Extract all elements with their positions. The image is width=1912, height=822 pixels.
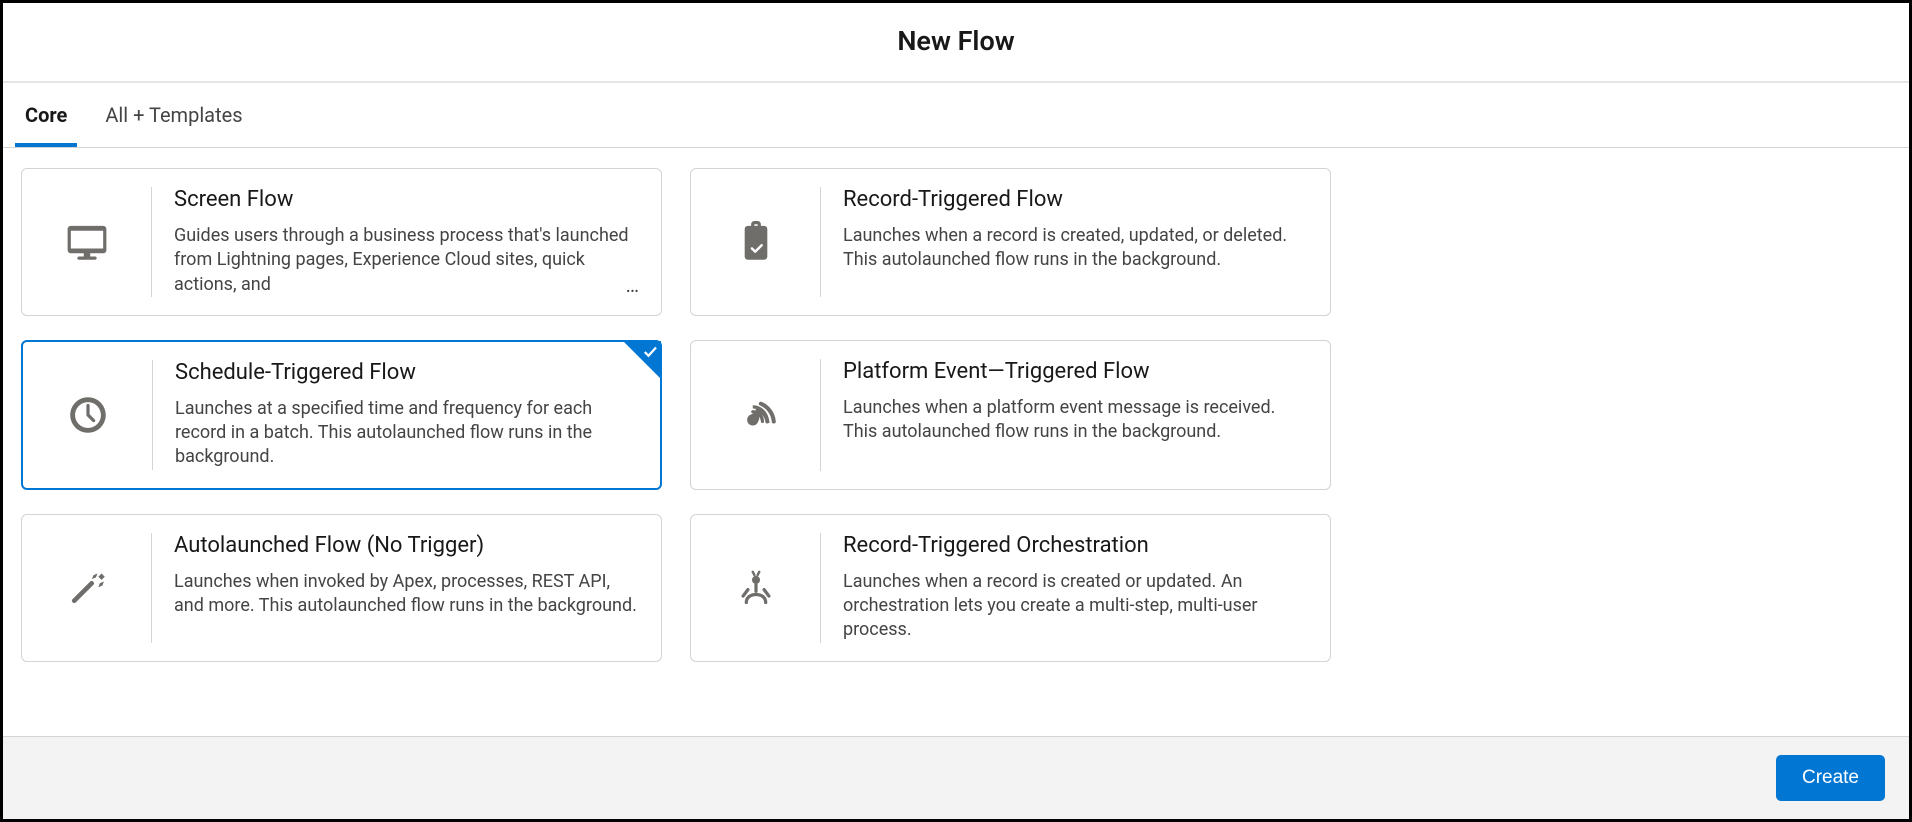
dialog-footer: Create	[3, 736, 1909, 819]
card-title: Schedule-Triggered Flow	[175, 360, 636, 385]
screen-icon	[22, 187, 152, 297]
card-title: Record-Triggered Orchestration	[843, 533, 1306, 558]
clipboard-icon	[691, 187, 821, 297]
antenna-icon	[691, 359, 821, 471]
orchestration-icon	[691, 533, 821, 643]
selected-check-icon	[623, 341, 661, 379]
card-title: Record-Triggered Flow	[843, 187, 1306, 212]
card-description: Launches when invoked by Apex, processes…	[174, 570, 637, 619]
ellipsis-icon: …	[626, 273, 641, 297]
card-title: Platform Event—Triggered Flow	[843, 359, 1306, 384]
create-button[interactable]: Create	[1776, 755, 1885, 801]
clock-icon	[23, 360, 153, 470]
card-title: Autolaunched Flow (No Trigger)	[174, 533, 637, 558]
tab-core[interactable]: Core	[15, 85, 77, 147]
card-text: Schedule-Triggered Flow Launches at a sp…	[175, 360, 644, 470]
flow-type-grid: Screen Flow Guides users through a busin…	[21, 168, 1891, 662]
card-text: Record-Triggered Orchestration Launches …	[843, 533, 1314, 643]
card-description: Launches when a record is created or upd…	[843, 570, 1306, 643]
card-platform-event-triggered-flow[interactable]: Platform Event—Triggered Flow Launches w…	[690, 340, 1331, 490]
card-autolaunched-flow[interactable]: Autolaunched Flow (No Trigger) Launches …	[21, 514, 662, 662]
card-title: Screen Flow	[174, 187, 637, 212]
card-description: Launches when a platform event message i…	[843, 396, 1306, 445]
card-schedule-triggered-flow[interactable]: Schedule-Triggered Flow Launches at a sp…	[21, 340, 662, 490]
card-description: Launches at a specified time and frequen…	[175, 397, 636, 470]
dialog-header: New Flow	[3, 3, 1909, 83]
card-record-triggered-flow[interactable]: Record-Triggered Flow Launches when a re…	[690, 168, 1331, 316]
wand-icon	[22, 533, 152, 643]
tab-bar: Core All + Templates	[3, 85, 1909, 148]
card-record-triggered-orchestration[interactable]: Record-Triggered Orchestration Launches …	[690, 514, 1331, 662]
card-text: Record-Triggered Flow Launches when a re…	[843, 187, 1314, 297]
dialog-title: New Flow	[3, 25, 1909, 57]
card-text: Screen Flow Guides users through a busin…	[174, 187, 645, 297]
card-text: Autolaunched Flow (No Trigger) Launches …	[174, 533, 645, 643]
content-area: Screen Flow Guides users through a busin…	[3, 148, 1909, 736]
card-description: Launches when a record is created, updat…	[843, 224, 1306, 273]
card-text: Platform Event—Triggered Flow Launches w…	[843, 359, 1314, 471]
tab-all-templates[interactable]: All + Templates	[95, 85, 252, 147]
card-description: Guides users through a business process …	[174, 224, 637, 297]
card-screen-flow[interactable]: Screen Flow Guides users through a busin…	[21, 168, 662, 316]
